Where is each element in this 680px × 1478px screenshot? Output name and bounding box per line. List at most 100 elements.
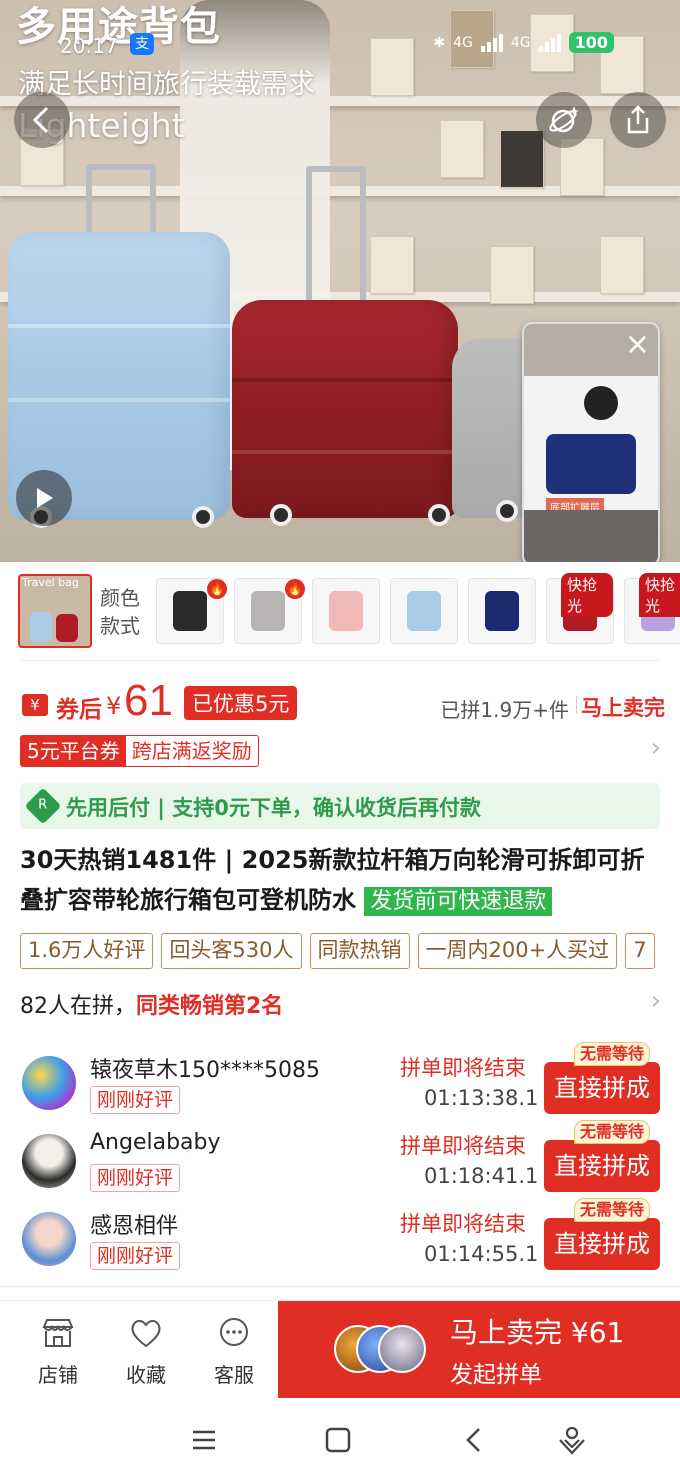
variant-thumb[interactable]: 🔥: [156, 578, 227, 644]
ar-try-button[interactable]: [536, 92, 592, 148]
discount-tag: 已优惠5元: [184, 686, 298, 720]
coupon-right-label: 跨店满返奖励: [131, 739, 252, 763]
store-icon: [42, 1319, 74, 1347]
refund-tag: 发货前可快速退款: [364, 887, 553, 916]
group-rank: 同类畅销第2名: [136, 994, 284, 1019]
network-label-2: 4G: [510, 34, 531, 51]
group-buy-row: 辕夜草木150****5085 刚刚好评 拼单即将结束 01:13:38.1 直接拼成无…: [20, 1042, 665, 1124]
group-buy-row: 感恩相伴 刚刚好评 拼单即将结束 01:14:55.1 直接拼成 无需等待: [20, 1198, 665, 1280]
group-user-name: 感恩相伴: [90, 1214, 179, 1239]
group-ending-label: 拼单即将结束: [400, 1134, 526, 1158]
almost-sold-out-badge: 快抢光: [561, 573, 613, 617]
hero-title: 多用途背包: [16, 4, 221, 50]
review-tag: 1.6万人好评: [20, 933, 154, 969]
no-wait-badge: 无需等待: [574, 1120, 651, 1144]
group-ending-label: 拼单即将结束: [400, 1056, 526, 1080]
group-user-name: Angelababy: [90, 1130, 221, 1155]
buy-price-label: 马上卖完 ¥61: [450, 1316, 625, 1349]
signal-icon: [480, 33, 503, 52]
hero-subtitle: 满足长时间旅行装载需求: [18, 69, 315, 100]
pay-later-banner[interactable]: R 先用后付 | 支持0元下单，确认收货后再付款: [20, 783, 660, 829]
group-count: 82人在拼，: [20, 994, 136, 1019]
thumb-caption: Travel bag: [22, 576, 79, 589]
almost-sold-out-badge: 快抢光: [639, 573, 680, 617]
group-buy-header[interactable]: 82人在拼，同类畅销第2名 ›: [20, 986, 665, 1024]
flame-icon: 🔥: [285, 579, 305, 599]
service-button[interactable]: 客服: [198, 1317, 270, 1388]
group-countdown: 01:18:41.1: [424, 1164, 539, 1188]
alipay-icon: 支: [130, 33, 154, 55]
chat-icon: [220, 1318, 248, 1346]
sparkle-icon: [549, 106, 579, 133]
variant-image: [173, 591, 207, 631]
coupon-row[interactable]: 5元平台券 跨店满返奖励 ›: [20, 733, 665, 769]
battery-indicator: 100: [568, 32, 614, 53]
variant-image: [329, 591, 363, 631]
join-group-button[interactable]: 直接拼成: [544, 1218, 660, 1270]
recent-review-tag: 刚刚好评: [90, 1086, 181, 1114]
avatar: [22, 1212, 76, 1266]
chevron-right-icon: ›: [650, 986, 661, 1016]
home-nav-button[interactable]: [320, 1422, 356, 1458]
variant-image: [251, 591, 285, 631]
back-button[interactable]: [14, 92, 70, 148]
platform-coupon[interactable]: 5元平台券 跨店满返奖励: [20, 735, 259, 767]
review-tags: 1.6万人好评 回头客530人 同款热销 一周内200+人买过 7: [20, 933, 655, 969]
assistant-icon: [559, 1426, 585, 1455]
pay-later-text: 先用后付 | 支持0元下单，确认收货后再付款: [66, 796, 481, 820]
buy-action-label: 发起拼单: [450, 1362, 542, 1388]
share-button[interactable]: [610, 92, 666, 148]
join-group-button[interactable]: 直接拼成: [544, 1062, 660, 1114]
favorite-label: 收藏: [126, 1363, 166, 1387]
review-tag: 同款热销: [309, 933, 410, 969]
share-icon: [627, 105, 649, 134]
variant-thumb[interactable]: [390, 578, 458, 644]
back-arrow-icon: [466, 1428, 480, 1452]
group-buy-row: Angelababy 刚刚好评 拼单即将结束 01:18:41.1 直接拼成 无需等待: [20, 1120, 665, 1202]
join-group-button[interactable]: 直接拼成: [544, 1140, 660, 1192]
sold-count: 已拼1.9万+件: [440, 698, 569, 722]
product-hero-image[interactable]: 多用途背包 20:17 支 ✱ 4G 4G 100 满足长时间旅行装载需求 Li…: [0, 0, 680, 562]
play-video-button[interactable]: [16, 470, 72, 526]
review-tag: 一周内200+人买过: [417, 933, 618, 969]
red-suitcase: [232, 300, 458, 518]
avatar: [22, 1056, 76, 1110]
assistant-nav-button[interactable]: [554, 1422, 590, 1458]
buyer-avatars: [334, 1325, 426, 1375]
variant-thumb-selected[interactable]: Travel bag: [18, 574, 92, 648]
recent-review-tag: 刚刚好评: [90, 1164, 181, 1192]
variant-thumb[interactable]: 快抢光: [624, 573, 680, 644]
review-tag: 回头客530人: [161, 933, 302, 969]
no-wait-badge: 无需等待: [574, 1042, 651, 1066]
variant-thumb[interactable]: [312, 578, 380, 644]
group-countdown: 01:14:55.1: [424, 1242, 539, 1266]
store-button[interactable]: 店铺: [22, 1317, 94, 1388]
menu-icon: [193, 1430, 215, 1450]
chevron-left-icon: [32, 106, 49, 134]
price-amount: 61: [124, 676, 173, 725]
system-navigation-bar: [0, 1398, 680, 1478]
bottom-action-bar: 店铺 收藏 客服 马上卖完 ¥61 发起拼单: [0, 1300, 680, 1399]
close-icon[interactable]: ×: [625, 330, 650, 360]
start-group-buy-button[interactable]: 马上卖完 ¥61 发起拼单: [278, 1301, 680, 1399]
back-nav-button[interactable]: [456, 1422, 492, 1458]
menu-nav-button[interactable]: [186, 1422, 222, 1458]
status-time: 20:17: [60, 34, 118, 58]
network-label: 4G: [453, 34, 473, 51]
coupon-icon: ¥: [22, 694, 48, 716]
coupon-left-label: 5元平台券: [21, 736, 126, 766]
variant-selector: Travel bag 颜色款式 🔥 🔥 快抢光 快抢光: [0, 572, 680, 652]
price-row: ¥ 券后 ¥ 61 已优惠5元 已拼1.9万+件 马上卖完: [20, 676, 665, 732]
after-coupon-label: 券后: [56, 697, 102, 723]
status-icons: ✱ 4G 4G 100: [433, 32, 614, 53]
variant-thumb[interactable]: [468, 578, 536, 644]
variant-thumb[interactable]: 快抢光: [546, 573, 614, 644]
bluetooth-icon: ✱: [433, 34, 446, 51]
favorite-button[interactable]: 收藏: [110, 1317, 182, 1388]
recent-review-tag: 刚刚好评: [90, 1242, 181, 1270]
variant-thumb[interactable]: 🔥: [234, 578, 305, 644]
signal-icon-2: [538, 33, 561, 52]
floating-video-preview[interactable]: × 底部扩展层: [522, 322, 660, 562]
pay-later-icon: R: [24, 787, 62, 825]
product-title: 30天热销1481件 | 2025新款拉杆箱万向轮滑可拆卸可折叠扩容带轮旅行箱包…: [20, 840, 665, 922]
